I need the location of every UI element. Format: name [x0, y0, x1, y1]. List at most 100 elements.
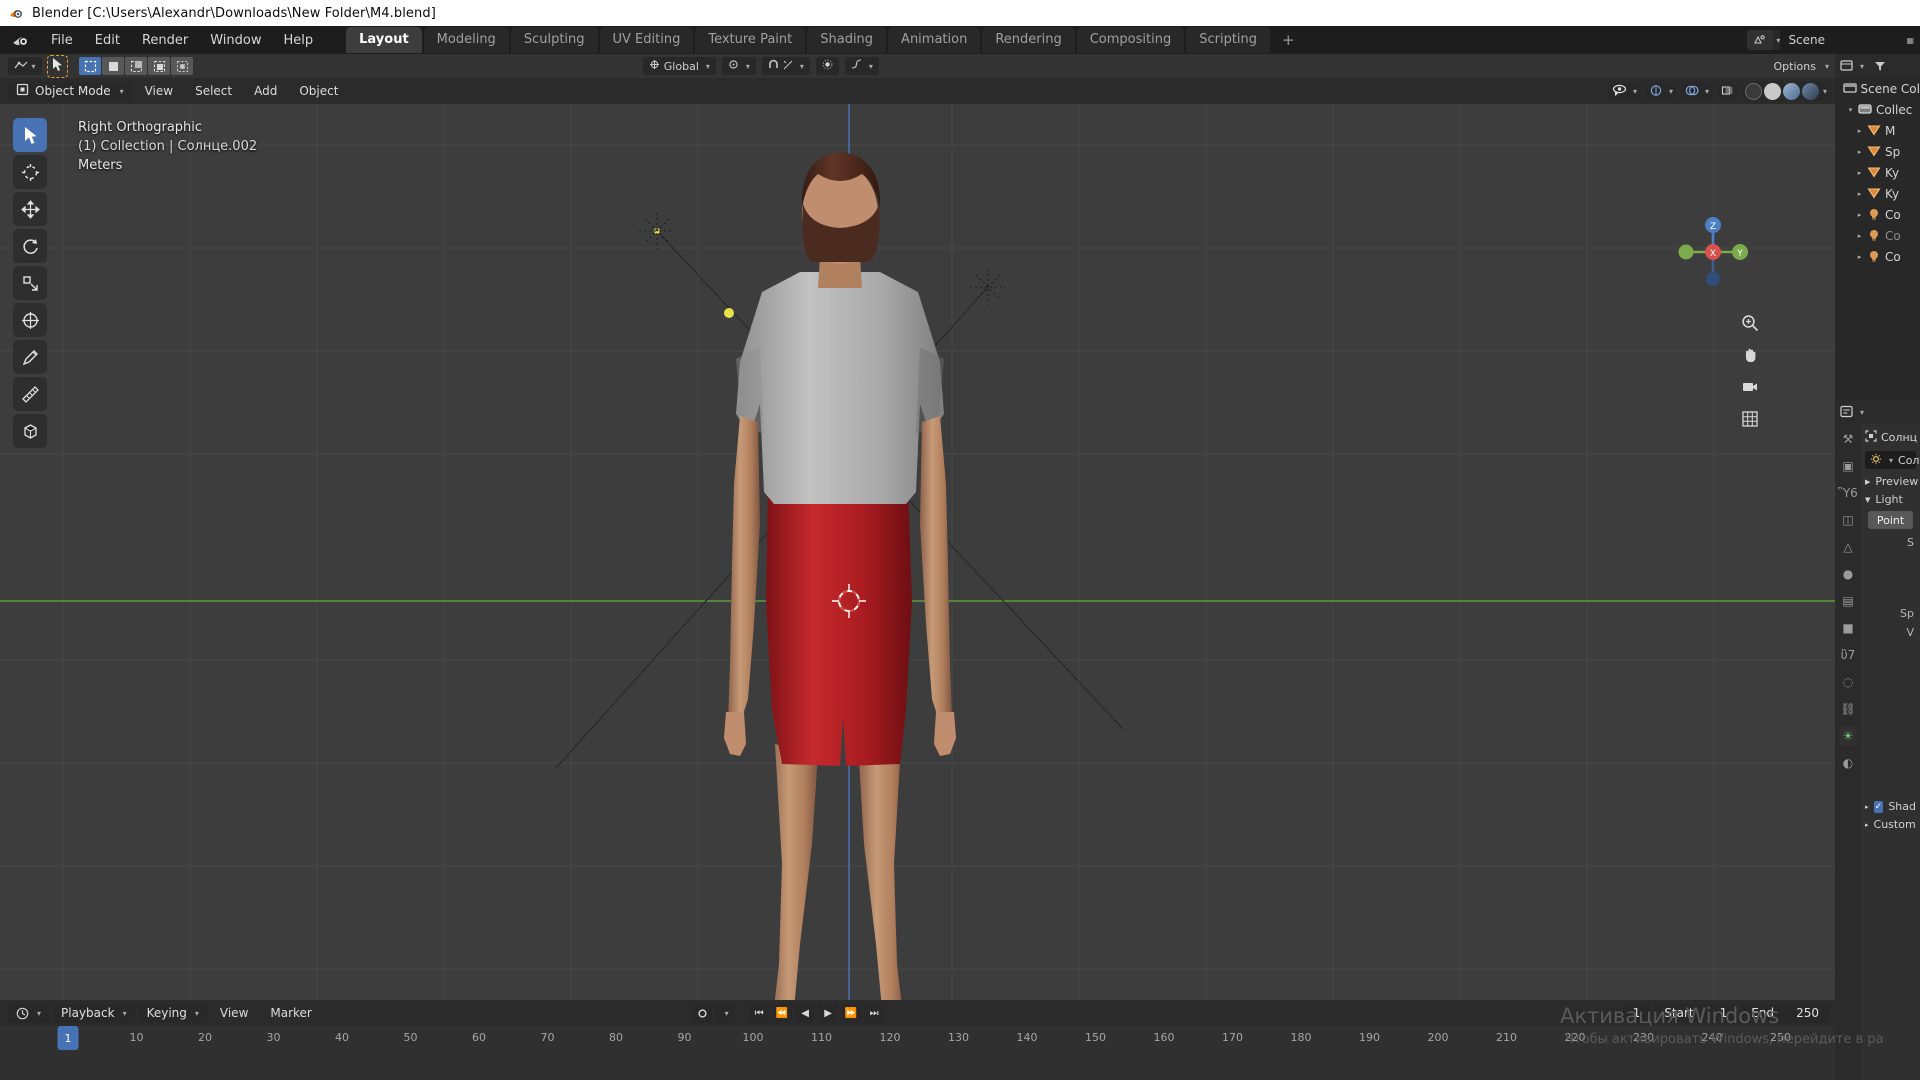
- tab-compositing[interactable]: Compositing: [1076, 27, 1185, 53]
- select-mode-intersect[interactable]: [171, 57, 193, 75]
- properties-section-shadow[interactable]: ▸ ✓ Shad: [1865, 800, 1916, 813]
- chevron-right-icon[interactable]: ▸: [1855, 127, 1864, 135]
- material-tab[interactable]: ◐: [1839, 754, 1857, 772]
- physics-tab[interactable]: ◌: [1839, 673, 1857, 691]
- camera-icon[interactable]: [1739, 376, 1761, 398]
- add-workspace-button[interactable]: +: [1272, 31, 1305, 49]
- tab-sculpting[interactable]: Sculpting: [510, 27, 598, 53]
- tweak-tool-button[interactable]: [13, 118, 47, 152]
- timeline-menu-marker[interactable]: Marker: [261, 1004, 320, 1022]
- transform-orientation-dropdown[interactable]: Global ▾: [642, 57, 716, 75]
- tab-scripting[interactable]: Scripting: [1186, 27, 1271, 53]
- tab-modeling[interactable]: Modeling: [423, 27, 509, 53]
- outliner-row[interactable]: ▸ Ky: [1835, 183, 1920, 204]
- modifier-tab[interactable]: ὒ7: [1839, 646, 1857, 664]
- shading-rendered[interactable]: [1801, 82, 1819, 100]
- visibility-dropdown[interactable]: ▾: [1607, 81, 1641, 101]
- timeline-ruler[interactable]: 10 20 30 40 50 60 70 80 90 100 110 120 130 140 150 160 1…: [0, 1026, 1835, 1050]
- viewport-menu-view[interactable]: View: [136, 82, 182, 100]
- outliner-row[interactable]: ▸ Co: [1835, 246, 1920, 267]
- auto-keying-toggle[interactable]: [692, 1003, 713, 1023]
- chevron-right-icon[interactable]: ▸: [1855, 211, 1864, 219]
- scene-selector[interactable]: ▾ Scene: [1747, 30, 1901, 50]
- outliner-row[interactable]: ▸ M: [1835, 120, 1920, 141]
- select-mode-extend[interactable]: [102, 57, 124, 75]
- view-layer-tab[interactable]: ◫: [1839, 511, 1857, 529]
- navigation-gizmo[interactable]: Z Y X: [1673, 212, 1753, 292]
- outliner-row[interactable]: ▾ Collec: [1835, 99, 1920, 120]
- menu-render[interactable]: Render: [131, 30, 199, 51]
- chevron-right-icon[interactable]: ▸: [1855, 253, 1864, 261]
- properties-section-custom[interactable]: ▸ Custom: [1865, 818, 1916, 831]
- editor-type-icon[interactable]: ▾: [8, 57, 42, 75]
- timeline-editor-icon[interactable]: ▾: [8, 1003, 50, 1023]
- add-cube-tool-button[interactable]: [13, 414, 47, 448]
- shadow-checkbox[interactable]: ✓: [1873, 800, 1884, 813]
- tab-texture-paint[interactable]: Texture Paint: [695, 27, 806, 53]
- timeline-menu-playback[interactable]: Playback ▾: [53, 1003, 135, 1023]
- gizmo-toggle[interactable]: ▾: [1644, 81, 1677, 101]
- falloff-curve-dropdown[interactable]: ▾: [844, 57, 879, 75]
- viewport-menu-object[interactable]: Object: [290, 82, 347, 100]
- object-tab[interactable]: ■: [1839, 619, 1857, 637]
- jump-prev-keyframe-button[interactable]: ⏪: [772, 1003, 793, 1023]
- tab-shading[interactable]: Shading: [807, 27, 887, 53]
- data-tab[interactable]: ☀: [1839, 727, 1857, 745]
- outliner-row[interactable]: Scene Col: [1835, 78, 1920, 99]
- world-tab[interactable]: ●: [1839, 565, 1857, 583]
- jump-to-end-button[interactable]: ⏭: [864, 1003, 885, 1023]
- tab-rendering[interactable]: Rendering: [982, 27, 1075, 53]
- hand-pan-icon[interactable]: [1739, 344, 1761, 366]
- play-button[interactable]: ▶: [818, 1003, 839, 1023]
- timeline-strip[interactable]: 10 20 30 40 50 60 70 80 90 100 110 120 130 140 150 160 1…: [0, 1026, 1835, 1080]
- transform-tool-button[interactable]: [13, 303, 47, 337]
- timeline-menu-view[interactable]: View: [211, 1004, 257, 1022]
- chevron-right-icon[interactable]: ▸: [1855, 169, 1864, 177]
- jump-to-start-button[interactable]: ⏮: [749, 1003, 770, 1023]
- properties-section-light[interactable]: ▼ Light: [1865, 493, 1916, 506]
- render-tab[interactable]: ▣: [1839, 457, 1857, 475]
- play-reverse-button[interactable]: ◀: [795, 1003, 816, 1023]
- chevron-right-icon[interactable]: ▸: [1855, 190, 1864, 198]
- select-mode-subtract[interactable]: [125, 57, 147, 75]
- menu-file[interactable]: File: [40, 30, 84, 51]
- tool-tab[interactable]: ⚒: [1839, 430, 1857, 448]
- shading-solid[interactable]: [1763, 82, 1781, 100]
- shading-wireframe[interactable]: [1744, 82, 1762, 100]
- rotate-tool-button[interactable]: [13, 229, 47, 263]
- chevron-right-icon[interactable]: ▸: [1855, 232, 1864, 240]
- proportional-edit-toggle[interactable]: [815, 57, 839, 75]
- chevron-right-icon[interactable]: ▸: [1855, 148, 1864, 156]
- 3d-viewport[interactable]: Right Orthographic (1) Collection | Солн…: [0, 104, 1835, 1000]
- outliner-row[interactable]: ▸ Sp: [1835, 141, 1920, 162]
- grid-ortho-icon[interactable]: [1739, 408, 1761, 430]
- outliner-row[interactable]: ▸ Co: [1835, 225, 1920, 246]
- outliner-row[interactable]: ▸ Co: [1835, 204, 1920, 225]
- cursor-tool-button[interactable]: [13, 155, 47, 189]
- viewport-menu-add[interactable]: Add: [245, 82, 286, 100]
- scene-name-field[interactable]: Scene: [1780, 30, 1901, 50]
- move-tool-button[interactable]: [13, 192, 47, 226]
- xray-toggle[interactable]: [1716, 81, 1738, 101]
- tab-animation[interactable]: Animation: [888, 27, 981, 53]
- timeline-menu-keying[interactable]: Keying ▾: [138, 1003, 207, 1023]
- filter-icon[interactable]: [1874, 57, 1886, 76]
- select-mode-set[interactable]: [79, 57, 101, 75]
- auto-keying-dropdown[interactable]: ▾: [715, 1003, 736, 1023]
- annotate-tool-button[interactable]: [13, 340, 47, 374]
- interaction-mode-dropdown[interactable]: Object Mode ▾: [8, 81, 132, 101]
- jump-next-keyframe-button[interactable]: ⏩: [841, 1003, 862, 1023]
- pivot-point-dropdown[interactable]: ▾: [721, 57, 756, 75]
- select-mode-invert[interactable]: [148, 57, 170, 75]
- scale-tool-button[interactable]: [13, 266, 47, 300]
- snap-toggle[interactable]: ▾: [761, 57, 810, 75]
- light-datablock-field[interactable]: ▾ Сол: [1865, 451, 1919, 469]
- light-type-point-button[interactable]: Point: [1868, 511, 1913, 529]
- menu-window[interactable]: Window: [199, 30, 272, 51]
- overlays-toggle[interactable]: ▾: [1680, 81, 1713, 101]
- menu-edit[interactable]: Edit: [84, 30, 131, 51]
- properties-section-preview[interactable]: ▶ Preview: [1865, 475, 1918, 488]
- zoom-icon[interactable]: [1739, 312, 1761, 334]
- properties-editor-icon[interactable]: [1840, 403, 1853, 422]
- blender-menu-icon[interactable]: [10, 30, 32, 50]
